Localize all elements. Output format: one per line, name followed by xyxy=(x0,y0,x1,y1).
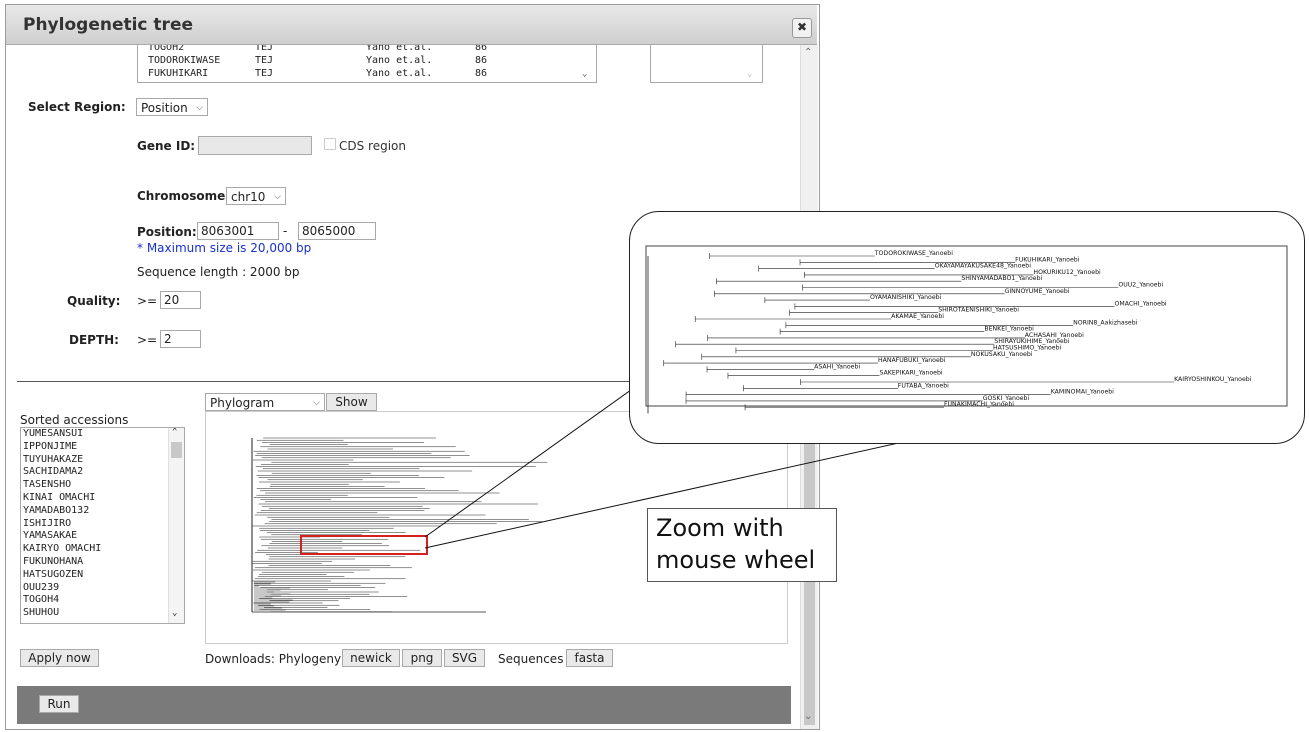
taxon-label: OMACHI_Yanoebi xyxy=(1115,300,1167,307)
taxon-label: HANAFUBUKI_Yanoebi xyxy=(878,357,946,364)
taxon-label: NOKUSAKU_Yanoebi xyxy=(971,351,1033,358)
taxon-label: FUTABA_Yanoebi xyxy=(898,382,949,389)
taxon-label: FUNAKIMACHI_Yanoebi xyxy=(944,401,1014,408)
taxon-label: AKAMAE_Yanoebi xyxy=(891,313,944,320)
taxon-label: TODOROKIWASE_Yanoebi xyxy=(874,250,953,257)
taxon-label: ASAHI_Yanoebi xyxy=(814,363,860,370)
taxon-label: HOKURIKU12_Yanoebi xyxy=(1033,269,1101,276)
taxon-label: KAMINOMAI_Yanoebi xyxy=(1051,389,1114,396)
zoom-hint-line1: Zoom with xyxy=(656,514,784,542)
taxon-label: OYAMANISHIKI_Yanoebi xyxy=(870,294,942,301)
taxon-label: GINNOYUME_Yanoebi xyxy=(1005,288,1070,295)
zoom-hint-callout: Zoom with mouse wheel xyxy=(647,508,837,582)
zoomed-phylogram-svg: TODOROKIWASE_YanoebiFUKUHIKARI_YanoebiOK… xyxy=(645,245,1288,414)
taxon-label: KAIRYOSHINKOU_Yanoebi xyxy=(1174,376,1252,383)
zoom-hint-line2: mouse wheel xyxy=(656,546,816,574)
taxon-label: OKAYAMAYAKUSAKE48_Yanoebi xyxy=(935,263,1032,270)
taxon-label: SHINYAMADABO1_Yanoebi xyxy=(961,275,1042,282)
taxon-label: SAKEPIKARI_Yanoebi xyxy=(880,370,943,377)
taxon-label: OUU2_Yanoebi xyxy=(1118,282,1163,289)
zoomed-tree-panel: TODOROKIWASE_Yanoebi FUKUHIKARI_Yanoebi OK… xyxy=(629,211,1305,444)
taxon-label: SHIROTAENISHIKI_Yanoebi xyxy=(938,307,1019,314)
taxon-label: NORIN8_Aakizhasebi xyxy=(1073,319,1138,326)
